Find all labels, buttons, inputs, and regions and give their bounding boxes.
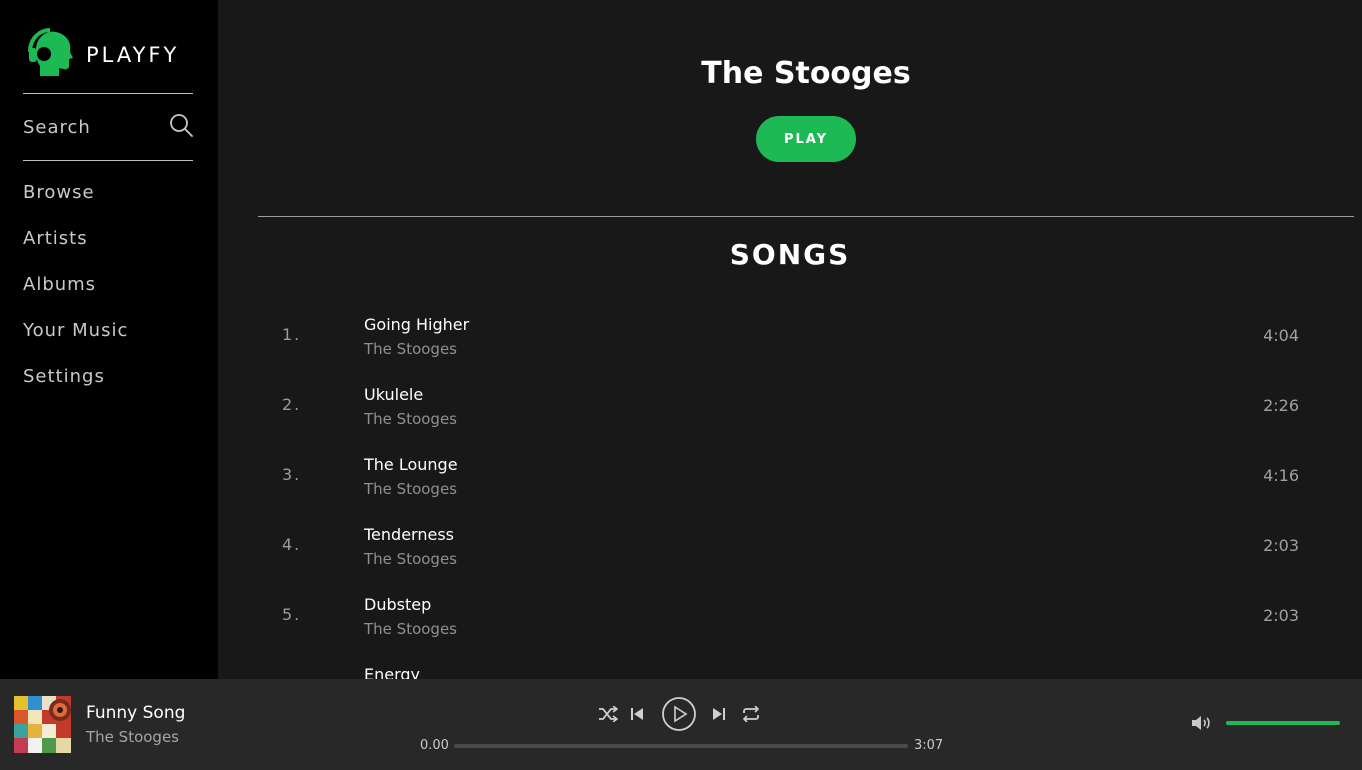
song-row[interactable]: 2. Ukulele The Stooges 2:26	[218, 370, 1362, 440]
song-artist[interactable]: The Stooges	[364, 620, 457, 638]
song-title[interactable]: Dubstep	[364, 595, 431, 614]
content-divider	[258, 216, 1354, 217]
play-icon[interactable]	[654, 696, 704, 732]
song-title[interactable]: Going Higher	[364, 315, 469, 334]
total-time: 3:07	[914, 738, 944, 753]
sidebar-item-albums[interactable]: Albums	[23, 270, 128, 316]
track-number: 3.	[282, 465, 302, 484]
sidebar-item-artists[interactable]: Artists	[23, 224, 128, 270]
song-title[interactable]: Tenderness	[364, 525, 454, 544]
repeat-icon[interactable]	[734, 696, 768, 732]
song-row[interactable]: 3. The Lounge The Stooges 4:16	[218, 440, 1362, 510]
play-all-button[interactable]: PLAY	[756, 116, 856, 162]
songs-heading: SONGS	[729, 238, 851, 271]
sidebar-item-browse[interactable]: Browse	[23, 178, 128, 224]
song-row[interactable]: Energy	[218, 650, 1362, 679]
search-icon[interactable]	[169, 113, 193, 141]
song-duration: 4:16	[1263, 466, 1299, 485]
track-number: 4.	[282, 535, 302, 554]
volume-icon[interactable]	[1190, 713, 1214, 737]
sidebar-item-settings[interactable]: Settings	[23, 362, 128, 408]
next-icon[interactable]	[704, 696, 734, 732]
logo[interactable]: PLAYFY	[26, 28, 179, 82]
previous-icon[interactable]	[620, 696, 654, 732]
sidebar-divider	[23, 160, 193, 161]
sidebar-divider	[23, 93, 193, 94]
song-duration: 2:03	[1263, 536, 1299, 555]
brand-name: PLAYFY	[86, 43, 180, 67]
playback-controls	[596, 696, 768, 732]
song-duration: 4:04	[1263, 326, 1299, 345]
player-bar: Funny Song The Stooges 0.00 3:07	[0, 679, 1362, 770]
volume-slider[interactable]	[1226, 721, 1340, 725]
song-artist[interactable]: The Stooges	[364, 340, 457, 358]
headphones-logo-icon	[26, 28, 74, 82]
app: PLAYFY Search Browse Artists Albums Your…	[0, 0, 1362, 770]
sidebar: PLAYFY Search Browse Artists Albums Your…	[0, 0, 218, 679]
song-duration: 2:03	[1263, 606, 1299, 625]
track-number: 5.	[282, 605, 302, 624]
song-row[interactable]: 1. Going Higher The Stooges 4:04	[218, 300, 1362, 370]
song-row[interactable]: 5. Dubstep The Stooges 2:03	[218, 580, 1362, 650]
sidebar-item-your-music[interactable]: Your Music	[23, 316, 128, 362]
song-list: 1. Going Higher The Stooges 4:04 2. Ukul…	[218, 300, 1362, 679]
shuffle-icon[interactable]	[596, 696, 620, 732]
sidebar-nav: Browse Artists Albums Your Music Setting…	[23, 178, 128, 408]
song-artist[interactable]: The Stooges	[364, 410, 457, 428]
artist-title: The Stooges	[701, 56, 911, 91]
song-title[interactable]: Energy	[364, 665, 420, 679]
progress-bar[interactable]	[454, 744, 908, 748]
artist-page: The Stooges PLAY SONGS 1. Going Higher T…	[218, 0, 1362, 679]
song-artist[interactable]: The Stooges	[364, 550, 457, 568]
song-artist[interactable]: The Stooges	[364, 480, 457, 498]
track-number: 2.	[282, 395, 302, 414]
search-label: Search	[23, 116, 91, 138]
song-title[interactable]: The Lounge	[364, 455, 458, 474]
track-number: 1.	[282, 325, 302, 344]
now-playing-title[interactable]: Funny Song	[86, 703, 185, 723]
now-playing-artist[interactable]: The Stooges	[86, 728, 179, 746]
song-title[interactable]: Ukulele	[364, 385, 423, 404]
current-time: 0.00	[420, 738, 449, 753]
volume-fill	[1226, 721, 1340, 725]
song-duration: 2:26	[1263, 396, 1299, 415]
song-row[interactable]: 4. Tenderness The Stooges 2:03	[218, 510, 1362, 580]
album-art[interactable]	[14, 696, 71, 753]
search-nav-item[interactable]: Search	[23, 112, 193, 142]
